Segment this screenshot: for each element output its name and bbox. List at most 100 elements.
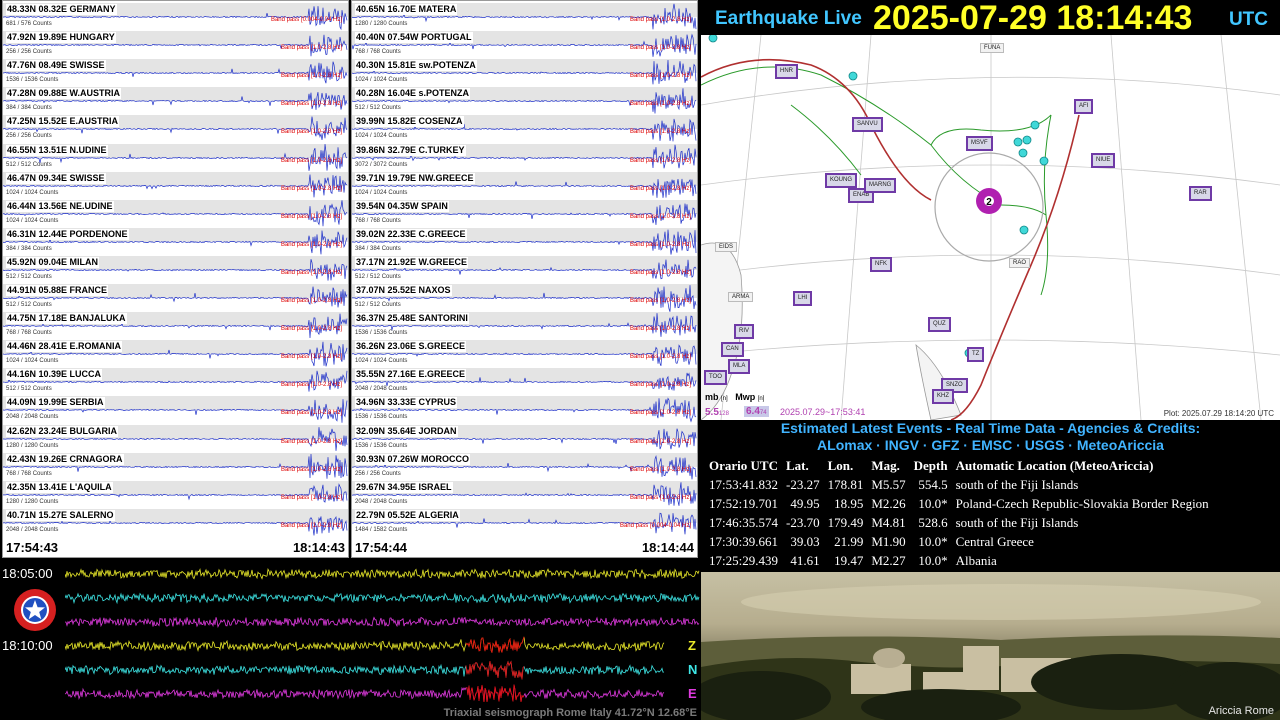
- station-label: 40.28N 16.04E s.POTENZA: [355, 88, 471, 100]
- panel-end-time: 18:14:43: [292, 540, 345, 555]
- event-cell: 10.0*: [918, 495, 948, 511]
- station-label: 39.02N 22.33E C.GREECE: [355, 228, 467, 240]
- triax-time-top: 18:05:00: [2, 566, 53, 581]
- event-cell: south of the Fiji Islands: [955, 476, 1079, 492]
- station-label: 37.17N 21.92E W.GREECE: [355, 256, 469, 268]
- station-counts: 384 / 384 Counts: [355, 245, 401, 252]
- station-counts: 1280 / 1280 Counts: [6, 498, 59, 505]
- station-counts: 2048 / 2048 Counts: [355, 386, 408, 393]
- station-label: 40.30N 15.81E sw.POTENZA: [355, 60, 477, 72]
- place-label: ARMA: [728, 292, 754, 302]
- header-title: Earthquake Live: [715, 8, 862, 29]
- station-bandpass: Band pass [1.0-2.8 Hz]: [280, 522, 342, 529]
- map-station: MLA: [728, 359, 751, 374]
- station-counts: 1536 / 1536 Counts: [355, 442, 408, 449]
- triax-event-highlight: [466, 684, 525, 702]
- station-counts: 256 / 256 Counts: [355, 470, 401, 477]
- event-row: 17:53:41.832 -23.27 178.81 M5.57 554.5 south …: [705, 475, 1213, 494]
- col-lon: Lon.: [827, 457, 854, 473]
- station-bandpass: Band pass [1.0-2.8 Hz]: [280, 157, 342, 164]
- station-row: 39.02N 22.33E C.GREECE 384 / 384 Counts Ba…: [352, 227, 697, 256]
- triax-time-mid: 18:10:00: [2, 638, 53, 653]
- event-cell: -23.27: [785, 476, 820, 492]
- event-row: 17:30:39.661 39.03 21.99 M1.90 10.0* Central …: [705, 532, 1213, 551]
- magnitude-labels: mb [n] Mwp [n]: [705, 392, 764, 402]
- station-label: 46.31N 12.44E PORDENONE: [6, 228, 129, 240]
- observatory-logo-icon: [14, 589, 56, 631]
- event-cell: 39.03: [790, 533, 820, 549]
- station-row: 47.76N 08.49E SWISSE 1536 / 1536 Counts Ba…: [3, 59, 348, 87]
- station-row: 39.86N 32.79E C.TURKEY 3072 / 3072 Counts…: [352, 143, 697, 172]
- map-station: NIUE: [1091, 153, 1116, 168]
- event-marker-label: 2: [986, 197, 992, 208]
- station-counts: 512 / 512 Counts: [355, 105, 401, 112]
- station-bandpass: Band pass [1.0-2.8 Hz]: [280, 269, 342, 276]
- station-bandpass: Band pass [1.0-2.8 Hz]: [629, 354, 691, 361]
- station-bandpass: Band pass [1.0-2.8 Hz]: [280, 494, 342, 501]
- place-label: EIDS: [715, 242, 738, 252]
- panel-start-time: 17:54:44: [355, 540, 408, 555]
- station-row: 46.55N 13.51E N.UDINE 512 / 512 Counts Ban…: [3, 143, 348, 172]
- station-row: 29.67N 34.95E ISRAEL 2048 / 2048 Counts Ba…: [352, 480, 697, 509]
- station-bandpass: Band pass [1.0-2.8 Hz]: [629, 129, 691, 136]
- event-cell: 17:52:19.701: [709, 495, 778, 511]
- station-counts: 512 / 512 Counts: [6, 273, 52, 280]
- station-counts: 1024 / 1024 Counts: [355, 189, 408, 196]
- station-bandpass: Band pass [1.0-2.8 Hz]: [280, 213, 342, 220]
- events-header-row: Orario UTC Lat. Lon. Mag. Depth Automati…: [705, 456, 1213, 475]
- map-station: RAR: [1189, 186, 1212, 201]
- station-label: 46.44N 13.56E NE.UDINE: [6, 200, 114, 212]
- map-station: QUZ: [928, 317, 951, 332]
- station-row: 34.96N 33.33E CYPRUS 1536 / 1536 Counts Ba…: [352, 396, 697, 424]
- event-cell: -23.70: [785, 514, 820, 530]
- station-counts: 1024 / 1024 Counts: [355, 133, 408, 140]
- event-cell: Central Greece: [955, 533, 1034, 549]
- station-row: 44.91N 05.88E FRANCE 512 / 512 Counts Band…: [3, 284, 348, 312]
- station-bandpass: Band pass [1.0-2.8 Hz]: [629, 101, 691, 108]
- station-row: 47.25N 15.52E E.AUSTRIA 256 / 256 Counts B…: [3, 115, 348, 143]
- station-counts: 768 / 768 Counts: [355, 217, 401, 224]
- event-cell: 179.49: [827, 514, 864, 530]
- station-label: 45.92N 09.04E MILAN: [6, 256, 100, 268]
- station-row: 44.46N 28.41E E.ROMANIA 1024 / 1024 Count…: [3, 340, 348, 368]
- triax-trace: [65, 592, 700, 605]
- axis-e-label: E: [688, 686, 697, 701]
- station-counts: 1280 / 1280 Counts: [355, 21, 408, 27]
- axis-z-label: Z: [688, 638, 696, 653]
- station-label: 42.35N 13.41E L'AQUILA: [6, 481, 113, 493]
- station-counts: 512 / 512 Counts: [6, 386, 52, 393]
- seismograph-panel-right: 40.65N 16.70E MATERA 1280 / 1280 Counts Ba…: [351, 0, 698, 558]
- station-label: 40.40N 07.54W PORTUGAL: [355, 32, 473, 44]
- map-station: MARNG: [864, 178, 897, 193]
- mwp-n-label: [n]: [757, 396, 765, 402]
- col-mag: Mag.: [871, 457, 900, 473]
- station-label: 39.86N 32.79E C.TURKEY: [355, 144, 466, 156]
- event-cell: 528.6: [918, 514, 948, 530]
- credits-line-1: Estimated Latest Events - Real Time Data…: [780, 420, 1201, 436]
- station-row: 39.99N 15.82E COSENZA 1024 / 1024 Counts B…: [352, 115, 697, 143]
- station-row: 48.33N 08.32E GERMANY 681 / 576 Counts Ban…: [3, 3, 348, 31]
- triax-trace: [65, 660, 665, 680]
- station-bandpass: Band pass [0.004-0.04 Hz]: [270, 17, 342, 23]
- map-station: MSVF: [966, 136, 993, 151]
- station-counts: 512 / 512 Counts: [355, 273, 401, 280]
- station-label: 36.37N 25.48E SANTORINI: [355, 313, 469, 325]
- map-station: CAN: [721, 342, 744, 357]
- station-row: 46.44N 13.56E NE.UDINE 1024 / 1024 Counts…: [3, 199, 348, 228]
- station-bandpass: Band pass [1.0-2.8 Hz]: [629, 382, 691, 389]
- event-cell: 10.0*: [918, 552, 948, 568]
- station-label: 44.46N 28.41E E.ROMANIA: [6, 341, 123, 353]
- station-counts: 512 / 512 Counts: [355, 302, 401, 308]
- station-bandpass: Band pass [1.0-2.8 Hz]: [629, 326, 691, 333]
- station-row: 42.35N 13.41E L'AQUILA 1280 / 1280 Counts…: [3, 480, 348, 509]
- event-cell: Albania: [955, 552, 997, 568]
- station-label: 30.93N 07.26W MOROCCO: [355, 453, 471, 465]
- station-bandpass: Band pass [1.0-2.8 Hz]: [280, 382, 342, 389]
- event-cell: 17:53:41.832: [709, 476, 778, 492]
- event-cell: Poland-Czech Republic-Slovakia Border Re…: [955, 495, 1209, 511]
- panel-end-time: 18:14:44: [641, 540, 694, 555]
- station-bandpass: Band pass [1.0-2.8 Hz]: [629, 410, 691, 417]
- station-label: 48.33N 08.32E GERMANY: [6, 4, 117, 15]
- station-bandpass: Band pass [1.0-2.8 Hz]: [280, 354, 342, 361]
- station-counts: 681 / 576 Counts: [6, 21, 52, 27]
